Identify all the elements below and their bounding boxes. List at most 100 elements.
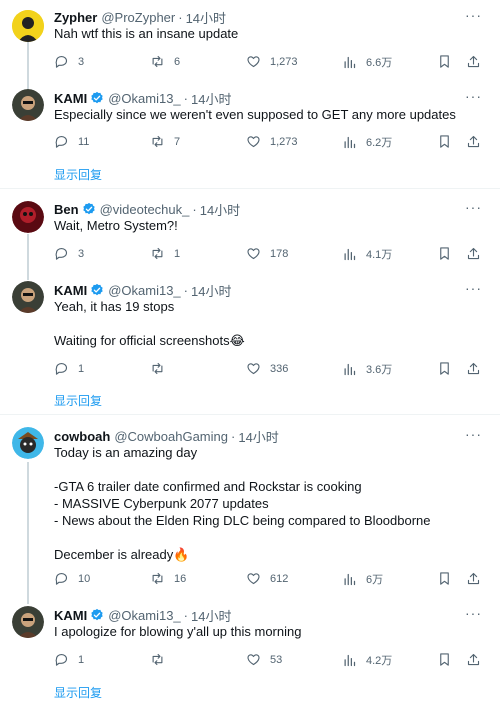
divider <box>0 188 500 189</box>
bookmark-button[interactable] <box>437 134 452 149</box>
action-bar: 3 6 1,273 6.6万 <box>54 54 484 72</box>
like-button[interactable]: 336 <box>246 361 288 376</box>
reply-button[interactable]: 1 <box>54 361 84 376</box>
verified-badge-icon <box>90 91 104 105</box>
share-button[interactable] <box>466 54 481 69</box>
retweet-count: 6 <box>174 55 181 68</box>
author-name[interactable]: cowboah <box>54 429 110 444</box>
reply-button[interactable]: 3 <box>54 246 84 261</box>
more-icon[interactable]: ··· <box>465 281 482 295</box>
more-icon[interactable]: ··· <box>465 89 482 103</box>
share-button[interactable] <box>466 134 481 149</box>
retweet-button[interactable]: 6 <box>150 54 180 69</box>
author-handle[interactable]: @Okami13_ <box>108 283 180 298</box>
avatar[interactable] <box>12 427 44 459</box>
retweet-icon <box>152 653 163 666</box>
avatar[interactable] <box>12 201 44 233</box>
bookmark-button[interactable] <box>437 54 452 69</box>
like-button[interactable]: 1,273 <box>246 54 298 69</box>
author-name[interactable]: KAMI <box>54 91 87 106</box>
separator-dot: · <box>178 9 183 25</box>
reply-icon <box>55 247 68 260</box>
timestamp[interactable]: 14小时 <box>191 281 231 300</box>
retweet-button[interactable]: 7 <box>150 134 180 149</box>
retweet-button[interactable]: 16 <box>150 571 186 586</box>
like-button[interactable]: 178 <box>246 246 288 261</box>
more-icon[interactable]: ··· <box>465 8 482 22</box>
avatar[interactable] <box>12 281 44 313</box>
author-handle[interactable]: @Okami13_ <box>108 91 180 106</box>
retweet-button[interactable] <box>150 652 174 667</box>
like-button[interactable]: 53 <box>246 652 282 667</box>
share-button[interactable] <box>466 571 481 586</box>
views-button[interactable]: 3.6万 <box>342 361 392 377</box>
share-icon <box>467 55 480 68</box>
like-count: 1,273 <box>270 135 298 148</box>
verified-badge-icon <box>82 202 96 216</box>
reply-button[interactable]: 1 <box>54 652 84 667</box>
author-name[interactable]: KAMI <box>54 608 87 623</box>
author-handle[interactable]: @ProZypher <box>101 10 175 25</box>
views-count: 4.2万 <box>366 655 393 667</box>
avatar[interactable] <box>12 606 44 638</box>
bookmark-button[interactable] <box>437 361 452 376</box>
retweet-icon <box>152 362 163 375</box>
reply-button[interactable]: 3 <box>54 54 84 69</box>
show-replies-link[interactable]: 显示回复 <box>54 392 102 409</box>
avatar[interactable] <box>12 10 44 42</box>
like-button[interactable]: 612 <box>246 571 288 586</box>
timestamp[interactable]: 14小时 <box>186 8 226 27</box>
tweet-text: Nah wtf this is an insane update <box>54 25 474 42</box>
share-button[interactable] <box>466 652 481 667</box>
tweet-header: cowboah @CowboahGaming · 14小时 <box>54 427 279 445</box>
bookmark-icon <box>440 653 449 666</box>
timestamp[interactable]: 14小时 <box>191 89 231 108</box>
bookmark-button[interactable] <box>437 571 452 586</box>
action-bar: 10 16 612 6万 <box>54 571 484 589</box>
reply-icon <box>55 55 68 68</box>
views-button[interactable]: 6.2万 <box>342 134 392 150</box>
share-icon <box>467 135 480 148</box>
views-button[interactable]: 4.1万 <box>342 246 392 262</box>
share-button[interactable] <box>466 246 481 261</box>
thread-line <box>27 42 29 90</box>
verified-badge-icon <box>90 608 104 622</box>
bookmark-button[interactable] <box>437 652 452 667</box>
share-button[interactable] <box>466 361 481 376</box>
bookmark-icon <box>440 572 449 585</box>
retweet-button[interactable]: 1 <box>150 246 180 261</box>
author-name[interactable]: Zypher <box>54 10 97 25</box>
timestamp[interactable]: 14小时 <box>238 427 278 446</box>
show-replies-link[interactable]: 显示回复 <box>54 166 102 183</box>
author-handle[interactable]: @Okami13_ <box>108 608 180 623</box>
author-name[interactable]: Ben <box>54 202 79 217</box>
more-icon[interactable]: ··· <box>465 606 482 620</box>
retweet-button[interactable] <box>150 361 174 376</box>
timestamp[interactable]: 14小时 <box>200 200 240 219</box>
views-button[interactable]: 6万 <box>342 571 383 587</box>
action-bar: 3 1 178 4.1万 <box>54 246 484 264</box>
retweet-count: 1 <box>174 247 181 260</box>
more-icon[interactable]: ··· <box>465 200 482 214</box>
views-icon <box>344 248 356 260</box>
tweet-header: KAMI @Okami13_ · 14小时 <box>54 606 231 624</box>
bookmark-button[interactable] <box>437 246 452 261</box>
timestamp[interactable]: 14小时 <box>191 606 231 625</box>
show-replies-link[interactable]: 显示回复 <box>54 684 102 701</box>
reply-button[interactable]: 10 <box>54 571 90 586</box>
tweet-line: Wait, Metro System?! <box>54 218 178 233</box>
views-button[interactable]: 6.6万 <box>342 54 392 70</box>
reply-button[interactable]: 11 <box>54 134 89 149</box>
avatar[interactable] <box>12 89 44 121</box>
views-button[interactable]: 4.2万 <box>342 652 392 668</box>
like-button[interactable]: 1,273 <box>246 134 298 149</box>
author-handle[interactable]: @videotechuk_ <box>100 202 190 217</box>
verified-badge-icon <box>90 283 104 297</box>
author-name[interactable]: KAMI <box>54 283 87 298</box>
author-handle[interactable]: @CowboahGaming <box>114 429 228 444</box>
tweet-line: Today is an amazing day <box>54 445 198 460</box>
more-icon[interactable]: ··· <box>465 427 482 441</box>
separator-dot: · <box>183 282 189 298</box>
like-count: 336 <box>270 362 289 375</box>
replies-feed: Zypher @ProZypher · 14小时 ··· Nah wtf thi… <box>0 0 500 703</box>
